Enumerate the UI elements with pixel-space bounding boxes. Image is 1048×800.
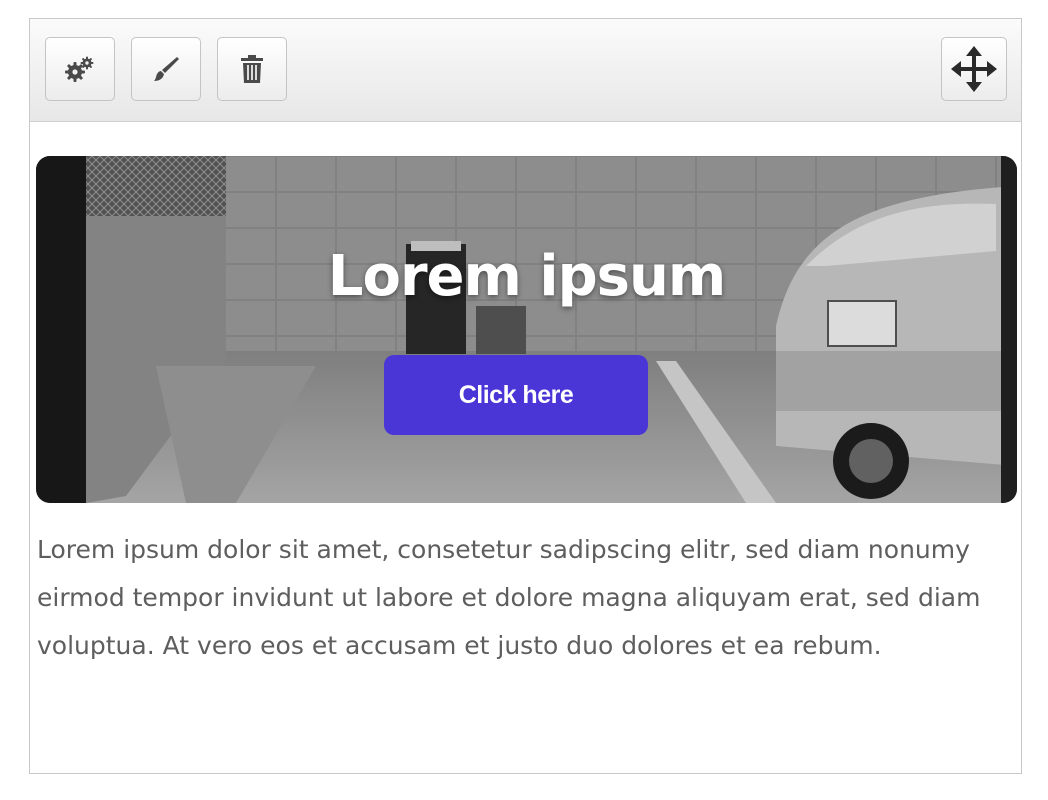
hero-banner: Lorem ipsum Click here bbox=[36, 156, 1017, 503]
block-toolbar bbox=[30, 19, 1021, 122]
content-block-panel: Lorem ipsum Click here Lorem ipsum dolor… bbox=[29, 18, 1022, 774]
move-handle[interactable] bbox=[941, 37, 1007, 101]
gears-icon bbox=[62, 55, 98, 83]
hero-cta-button[interactable]: Click here bbox=[384, 355, 648, 435]
settings-button[interactable] bbox=[45, 37, 115, 101]
hero-title: Lorem ipsum bbox=[327, 244, 726, 309]
move-arrows-icon bbox=[950, 45, 998, 93]
body-paragraph: Lorem ipsum dolor sit amet, consetetur s… bbox=[37, 535, 981, 660]
paintbrush-icon bbox=[151, 54, 181, 84]
hero-background-image bbox=[36, 156, 1017, 503]
style-button[interactable] bbox=[131, 37, 201, 101]
trash-icon bbox=[238, 54, 266, 84]
delete-button[interactable] bbox=[217, 37, 287, 101]
